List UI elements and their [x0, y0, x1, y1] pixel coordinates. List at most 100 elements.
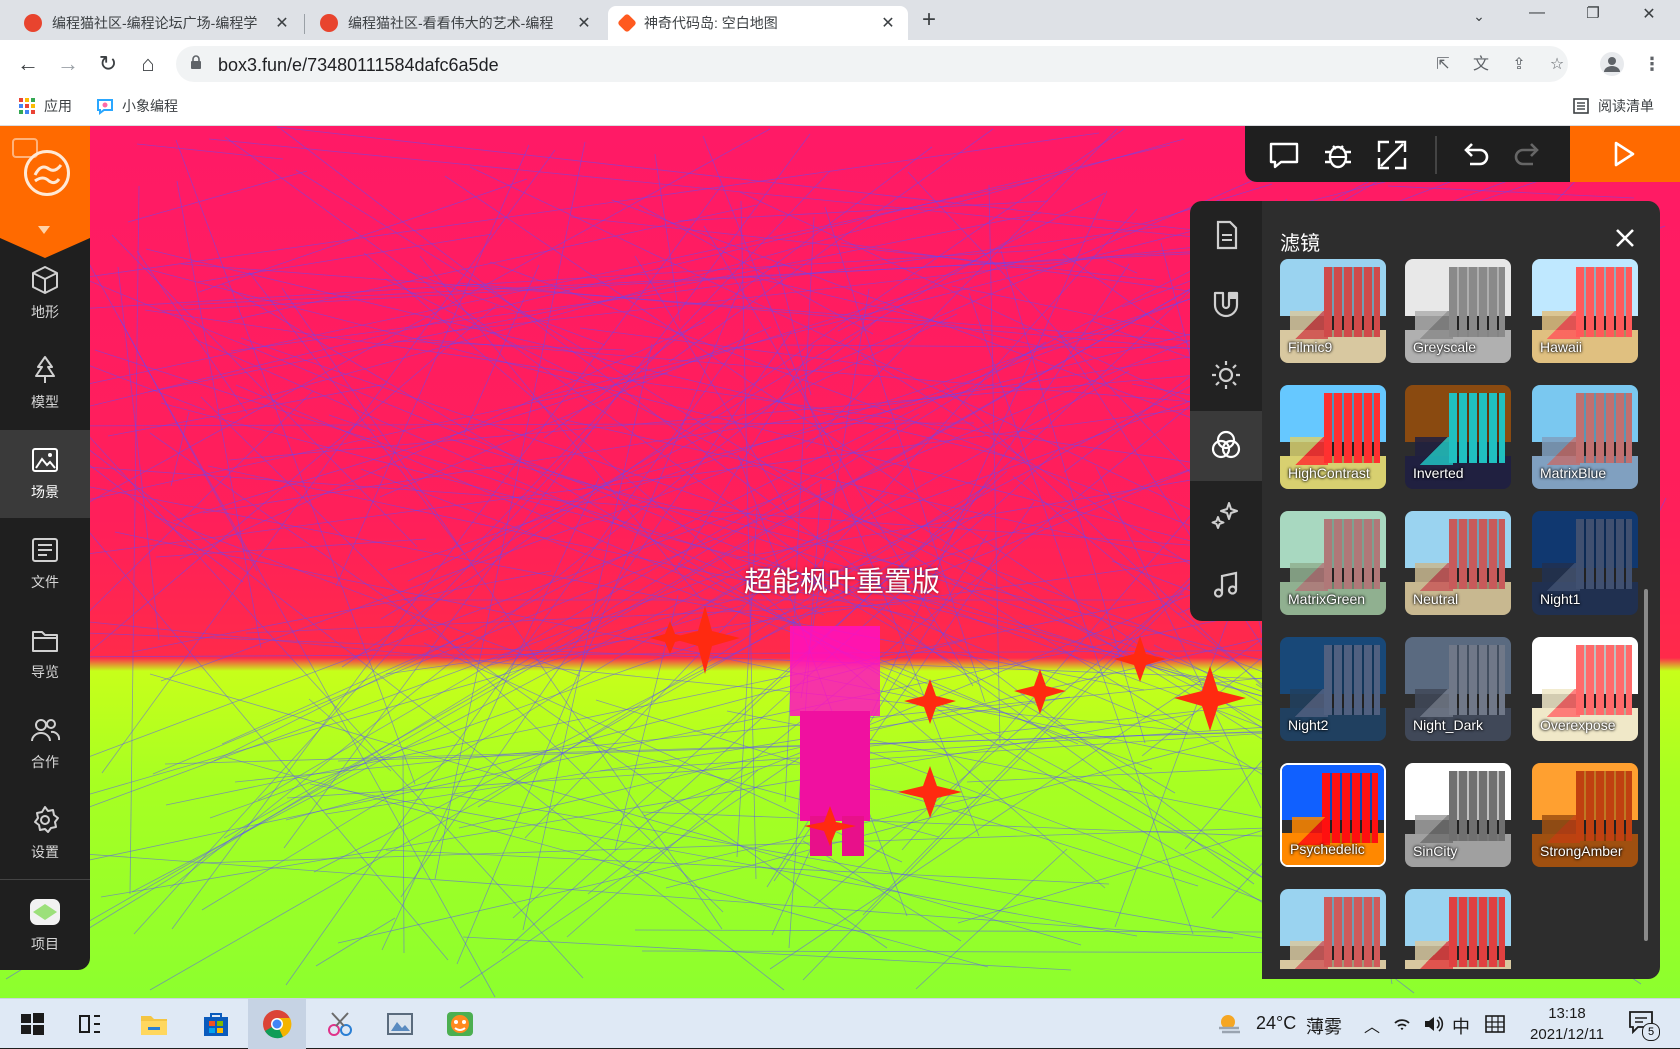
open-external-icon[interactable]: ⇱	[1432, 54, 1454, 76]
notification-center[interactable]: 5	[1628, 1010, 1660, 1041]
rail-tab-physics[interactable]	[1190, 271, 1262, 341]
profile-avatar-icon[interactable]	[1598, 50, 1626, 78]
game-app-icon[interactable]	[444, 1008, 476, 1040]
volume-icon[interactable]	[1422, 1014, 1444, 1034]
redo-icon[interactable]	[1511, 138, 1545, 172]
menu-dots-icon[interactable]: ⋮	[1638, 50, 1666, 78]
filter-option[interactable]	[1280, 889, 1386, 969]
system-clock[interactable]: 13:18 2021/12/11	[1524, 1003, 1610, 1045]
filter-option[interactable]: StrongAmber	[1532, 763, 1638, 867]
tab-close-icon[interactable]: ✕	[576, 13, 592, 33]
filter-preview-building	[1576, 519, 1632, 589]
forward-arrow-icon[interactable]: →	[54, 50, 82, 78]
file-explorer-icon[interactable]	[138, 1008, 170, 1040]
reading-list[interactable]: 阅读清单	[1572, 96, 1654, 116]
share-icon[interactable]: ⇪	[1508, 54, 1530, 76]
filter-option[interactable]	[1405, 889, 1511, 969]
filter-preview-building	[1324, 519, 1380, 589]
bug-icon[interactable]	[1321, 138, 1355, 172]
ime-grid-icon[interactable]	[1484, 1013, 1506, 1035]
filter-option[interactable]: Inverted	[1405, 385, 1511, 489]
filter-option[interactable]: Filmic9	[1280, 259, 1386, 363]
filter-option[interactable]: Overexpose	[1532, 637, 1638, 741]
sidebar-item-scene[interactable]: 场景	[0, 430, 90, 518]
taskbar-chrome-active[interactable]	[248, 999, 306, 1049]
sidebar-item-settings[interactable]: 设置	[0, 790, 90, 878]
fullscreen-expand-icon[interactable]	[1375, 138, 1409, 172]
filter-preview-house	[1290, 437, 1328, 465]
weather-temp[interactable]: 24°C	[1256, 1013, 1296, 1034]
sidebar-item-file[interactable]: 文件	[0, 520, 90, 608]
tab-close-icon[interactable]: ✕	[274, 13, 290, 33]
weather-desc[interactable]: 薄雾	[1306, 1013, 1342, 1039]
tab-1[interactable]: 编程猫社区-编程论坛广场-编程学 ✕	[12, 6, 302, 40]
box3-favicon-icon	[617, 13, 637, 33]
bookmark-star-icon[interactable]: ☆	[1546, 54, 1568, 76]
rail-tab-filter[interactable]	[1190, 411, 1262, 481]
play-button[interactable]	[1570, 126, 1680, 182]
dropdown-caret-icon[interactable]	[38, 226, 50, 234]
sidebar-item-collab[interactable]: 合作	[0, 700, 90, 788]
back-arrow-icon[interactable]: ←	[14, 50, 42, 78]
filter-label: HighContrast	[1288, 465, 1370, 481]
sidebar-item-model[interactable]: 模型	[0, 340, 90, 428]
filter-grid: Filmic9 Greyscale Hawaii HighContrast Invert…	[1280, 259, 1640, 969]
url-text[interactable]: box3.fun/e/73480111584dafc6a5de	[218, 55, 499, 76]
wifi-icon[interactable]	[1392, 1014, 1412, 1034]
chat-bubble-icon[interactable]	[1267, 138, 1301, 172]
filter-preview-building	[1449, 645, 1505, 715]
tab-3-active[interactable]: 神奇代码岛: 空白地图 ✕	[608, 6, 908, 40]
ms-store-icon[interactable]	[200, 1008, 232, 1040]
photos-app-icon[interactable]	[384, 1008, 416, 1040]
tab-close-icon[interactable]: ✕	[880, 13, 896, 33]
filter-option[interactable]: MatrixGreen	[1280, 511, 1386, 615]
undo-icon[interactable]	[1458, 138, 1492, 172]
new-tab-plus-icon[interactable]: +	[922, 6, 936, 34]
reload-icon[interactable]: ↻	[94, 50, 122, 78]
bookmark-apps[interactable]: 应用	[18, 96, 72, 116]
filter-option[interactable]: Neutral	[1405, 511, 1511, 615]
address-bar[interactable]: box3.fun/e/73480111584dafc6a5de ⇱ 文 ⇪ ☆	[176, 46, 1568, 82]
filter-scrollbar[interactable]	[1644, 589, 1648, 941]
filter-preview-house	[1415, 563, 1453, 591]
tab-title: 神奇代码岛: 空白地图	[644, 15, 778, 31]
brand-header[interactable]	[0, 126, 90, 238]
filter-option[interactable]: Greyscale	[1405, 259, 1511, 363]
filter-option[interactable]: Night1	[1532, 511, 1638, 615]
filter-option[interactable]: MatrixBlue	[1532, 385, 1638, 489]
filter-option[interactable]: Hawaii	[1532, 259, 1638, 363]
windows-start-icon[interactable]	[16, 1008, 48, 1040]
panel-close-icon[interactable]	[1612, 225, 1638, 251]
sidebar-item-guide[interactable]: 导览	[0, 610, 90, 698]
rail-tab-document[interactable]	[1190, 201, 1262, 271]
home-icon[interactable]: ⌂	[134, 50, 162, 78]
filter-preview-house	[1290, 563, 1328, 591]
bookmark-xiaoxiang[interactable]: 小象编程	[96, 96, 178, 116]
rail-tab-lighting[interactable]	[1190, 341, 1262, 411]
minimize-icon[interactable]: —	[1514, 4, 1560, 22]
tab-search-chevron-icon[interactable]: ⌄	[1456, 8, 1502, 25]
clock-time: 13:18	[1548, 1005, 1586, 1022]
rail-tab-effects[interactable]	[1190, 481, 1262, 551]
sidebar-item-project[interactable]: 项目	[0, 882, 90, 970]
filter-label: SinCity	[1413, 843, 1458, 859]
users-icon	[31, 719, 61, 742]
filter-label: MatrixBlue	[1540, 465, 1607, 481]
rail-tab-music[interactable]	[1190, 551, 1262, 621]
task-view-icon[interactable]	[74, 1008, 106, 1040]
tab-2[interactable]: 编程猫社区-看看伟大的艺术-编程 ✕	[308, 6, 604, 40]
filter-preview-building	[1449, 897, 1505, 967]
restore-icon[interactable]: ❐	[1570, 4, 1616, 22]
filter-option[interactable]: Night2	[1280, 637, 1386, 741]
snipping-tool-icon[interactable]	[324, 1008, 356, 1040]
sidebar-item-terrain[interactable]: 地形	[0, 250, 90, 338]
ime-indicator[interactable]: 中	[1452, 1013, 1470, 1039]
filter-option[interactable]: SinCity	[1405, 763, 1511, 867]
chrome-icon	[263, 1010, 292, 1039]
filter-option[interactable]: Psychedelic	[1280, 763, 1386, 867]
filter-option[interactable]: Night_Dark	[1405, 637, 1511, 741]
filter-option[interactable]: HighContrast	[1280, 385, 1386, 489]
tray-expand-chevron-icon[interactable]: ︿	[1364, 1013, 1380, 1037]
window-close-icon[interactable]: ✕	[1626, 4, 1672, 24]
translate-icon[interactable]: 文	[1470, 54, 1492, 76]
